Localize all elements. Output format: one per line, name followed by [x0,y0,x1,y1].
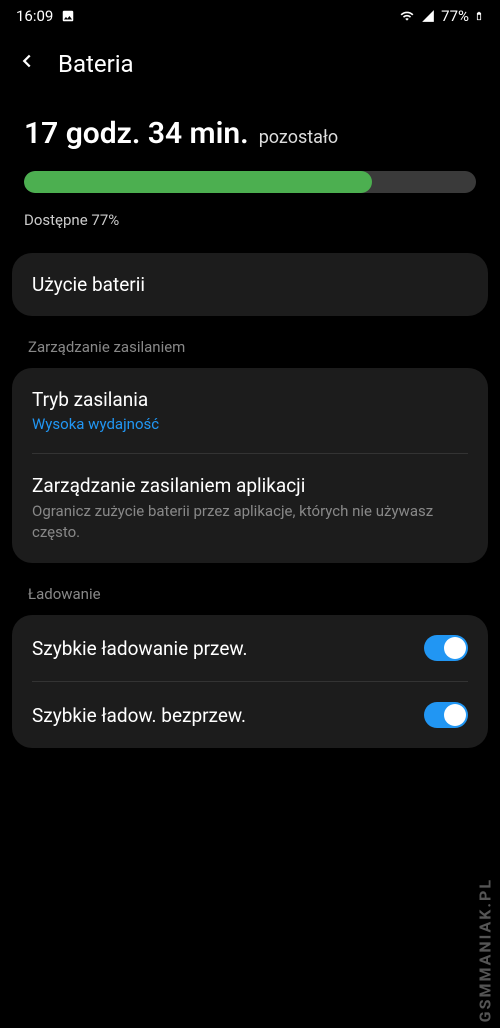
fast-wired-label: Szybkie ładowanie przew. [32,637,248,660]
status-bar: 16:09 77% [0,0,500,32]
time-remaining: 17 godz. 34 min. [24,116,249,151]
fast-wireless-label: Szybkie ładow. bezprzew. [32,704,246,727]
status-battery-percent: 77% [441,7,469,25]
charging-section-header: Ładowanie [0,577,500,615]
app-power-management-item[interactable]: Zarządzanie zasilaniem aplikacji Ogranic… [12,454,488,563]
fast-wireless-charging-item[interactable]: Szybkie ładow. bezprzew. [12,682,488,748]
page-title: Bateria [58,50,134,78]
charging-card: Szybkie ładowanie przew. Szybkie ładow. … [12,615,488,748]
time-suffix: pozostało [259,127,338,148]
power-mode-title: Tryb zasilania [32,388,468,411]
battery-progress-bar [24,171,476,193]
power-mode-value: Wysoka wydajność [32,415,468,433]
page-header: Bateria [0,32,500,96]
power-section-header: Zarządzanie zasilaniem [0,330,500,368]
status-time: 16:09 [16,7,53,25]
app-power-description: Ogranicz zużycie baterii przez aplikacje… [32,501,468,543]
watermark: GSMMANIAK.PL [475,878,494,1022]
battery-progress-fill [24,171,372,193]
signal-icon [420,9,436,23]
battery-summary: 17 godz. 34 min. pozostało Dostępne 77% [0,96,500,253]
fast-wired-charging-item[interactable]: Szybkie ładowanie przew. [12,615,488,681]
power-mode-item[interactable]: Tryb zasilania Wysoka wydajność [12,368,488,453]
app-power-title: Zarządzanie zasilaniem aplikacji [32,474,468,497]
power-management-card: Tryb zasilania Wysoka wydajność Zarządza… [12,368,488,563]
toggle-knob [444,637,466,659]
battery-usage-title: Użycie baterii [32,273,468,296]
fast-wired-toggle[interactable] [424,635,468,661]
wifi-icon [399,9,415,23]
toggle-knob [444,704,466,726]
battery-usage-card[interactable]: Użycie baterii [12,253,488,316]
battery-icon [474,8,484,24]
battery-available-label: Dostępne 77% [24,211,476,229]
image-icon [61,9,75,23]
fast-wireless-toggle[interactable] [424,702,468,728]
back-icon[interactable] [16,50,38,78]
